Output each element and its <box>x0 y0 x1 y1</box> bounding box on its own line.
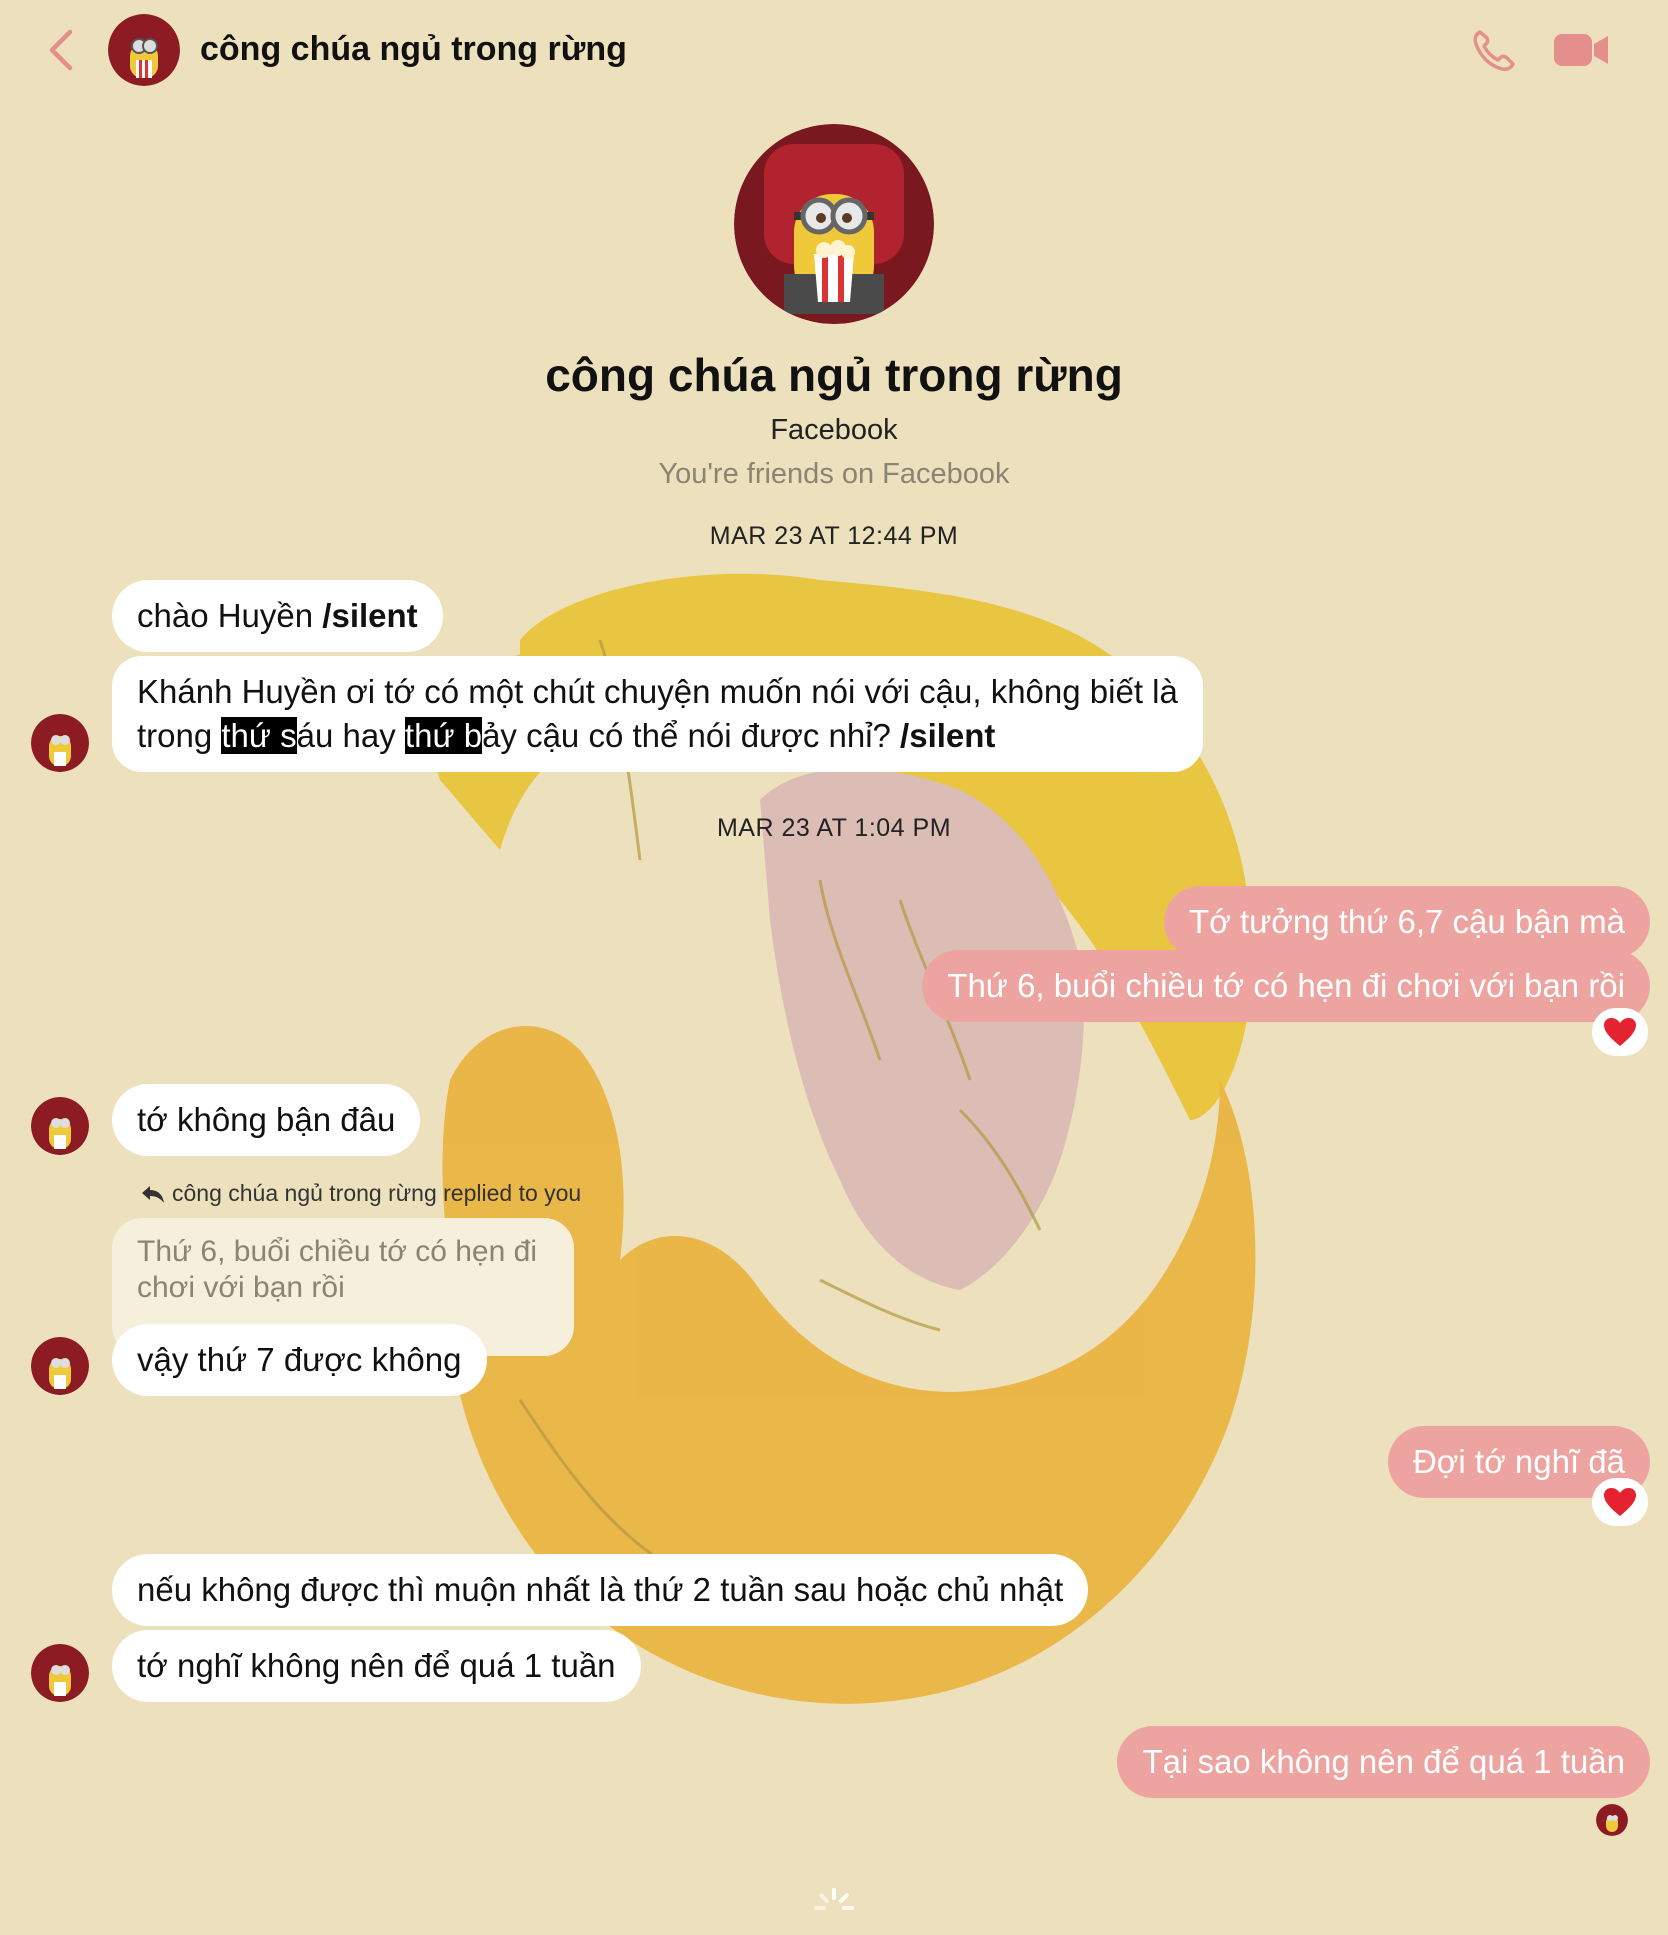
header-title[interactable]: công chúa ngủ trong rừng <box>200 30 627 69</box>
sender-avatar[interactable] <box>31 1097 89 1155</box>
outgoing-message[interactable]: Tại sao không nên để quá 1 tuần <box>1117 1726 1650 1798</box>
video-camera-icon[interactable] <box>1552 30 1610 70</box>
outgoing-message[interactable]: Tớ tưởng thứ 6,7 cậu bận mà <box>1163 886 1650 958</box>
incoming-message[interactable]: vậy thứ 7 được không <box>112 1324 487 1396</box>
phone-icon[interactable] <box>1470 28 1518 72</box>
loading-spinner-icon <box>812 1886 856 1930</box>
header-avatar[interactable] <box>108 14 180 86</box>
seen-avatar <box>1596 1804 1628 1836</box>
sender-avatar[interactable] <box>31 1644 89 1702</box>
chevron-left-icon[interactable] <box>42 26 82 74</box>
heart-reaction-icon[interactable] <box>1592 1008 1648 1056</box>
incoming-message[interactable]: Khánh Huyền ơi tớ có một chút chuyện muố… <box>112 656 1203 772</box>
timestamp: MAR 23 AT 1:04 PM <box>716 814 952 842</box>
incoming-message[interactable]: nếu không được thì muộn nhất là thứ 2 tu… <box>112 1554 1089 1626</box>
reply-indicator: công chúa ngủ trong rừng replied to you <box>140 1180 581 1207</box>
reply-arrow-icon <box>142 1186 164 1203</box>
heart-reaction-icon[interactable] <box>1592 1478 1648 1526</box>
profile-avatar[interactable] <box>734 124 934 324</box>
profile-source: Facebook <box>770 414 898 446</box>
sender-avatar[interactable] <box>31 1337 89 1395</box>
profile-name: công chúa ngủ trong rừng <box>545 349 1123 401</box>
incoming-message[interactable]: chào Huyền /silent <box>112 580 443 652</box>
conversation-header: công chúa ngủ trong rừng <box>0 0 1668 100</box>
outgoing-message[interactable]: Thứ 6, buổi chiều tớ có hẹn đi chơi với … <box>922 950 1650 1022</box>
sender-avatar[interactable] <box>31 714 89 772</box>
incoming-message[interactable]: tớ nghĩ không nên để quá 1 tuần <box>112 1630 641 1702</box>
timestamp: MAR 23 AT 12:44 PM <box>709 522 959 550</box>
friendship-status: You're friends on Facebook <box>658 458 1010 490</box>
incoming-message[interactable]: tớ không bận đâu <box>112 1084 421 1156</box>
